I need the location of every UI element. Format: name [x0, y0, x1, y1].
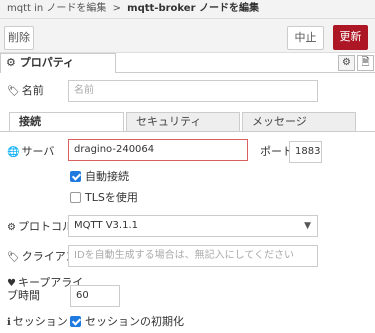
gear-icon: ⚙ — [6, 56, 16, 69]
tabs-divider — [0, 131, 375, 132]
protocol-select[interactable]: MQTT V3.1.1 ▼ — [68, 215, 318, 237]
session-label: ℹ セッション — [7, 315, 68, 330]
tag-icon: 🏷 — [7, 86, 20, 97]
tab-connection[interactable]: 接続 — [9, 112, 124, 132]
protocol-selected: MQTT V3.1.1 — [74, 220, 139, 231]
client-id-input[interactable]: IDを自動生成する場合は、無記入にしてください — [68, 245, 318, 267]
tls-label: TLSを使用 — [85, 191, 138, 204]
server-label-text: サーバ — [21, 145, 55, 158]
breadcrumb-current: mqtt-broker ノードを編集 — [127, 3, 259, 14]
keepalive-label-line2: ブ時間 — [7, 289, 40, 302]
properties-tab-label: プロパティ — [19, 56, 75, 69]
server-label: 🌐 サーバ — [7, 145, 54, 160]
name-input[interactable]: 名前 — [68, 80, 318, 102]
tab-messages[interactable]: メッセージ — [242, 112, 356, 132]
tab-security[interactable]: セキュリティ — [126, 112, 240, 132]
description-button[interactable]: 🗎 — [357, 55, 374, 71]
heartbeat-icon: ♥ — [7, 278, 16, 289]
gear-icon: ⚙ — [342, 57, 351, 68]
info-icon: ℹ — [7, 317, 11, 328]
chevron-down-icon: ▼ — [304, 221, 311, 231]
breadcrumb: mqtt in ノードを編集 > mqtt-broker ノードを編集 — [0, 0, 375, 19]
breadcrumb-parent[interactable]: mqtt in ノードを編集 — [7, 3, 106, 14]
divider — [116, 72, 375, 73]
cancel-button[interactable]: 中止 — [287, 26, 324, 50]
clean-session-label: セッションの初期化 — [85, 315, 184, 328]
port-input[interactable]: 1883 — [289, 141, 322, 163]
delete-button[interactable]: 削除 — [4, 26, 34, 50]
name-label-text: 名前 — [21, 84, 44, 97]
auto-connect-label: 自動接続 — [85, 170, 129, 183]
protocol-label: ⚙ プロトコル — [7, 220, 73, 235]
settings-button[interactable]: ⚙ — [338, 55, 355, 71]
tag-icon: 🏷 — [7, 252, 20, 263]
keepalive-input[interactable]: 60 — [70, 285, 120, 307]
tls-checkbox[interactable] — [70, 192, 81, 203]
breadcrumb-separator: > — [112, 3, 121, 14]
gear-icon: ⚙ — [7, 222, 16, 233]
tab-properties[interactable]: ⚙ プロパティ — [0, 53, 116, 73]
name-label: 🏷 名前 — [7, 84, 44, 99]
server-input[interactable]: dragino-240064 — [68, 139, 248, 161]
protocol-label-text: プロトコル — [17, 220, 73, 233]
auto-connect-checkbox[interactable] — [70, 171, 81, 182]
session-label-text: セッション — [12, 315, 68, 328]
clean-session-checkbox[interactable] — [70, 316, 81, 327]
update-button[interactable]: 更新 — [333, 25, 368, 50]
globe-icon: 🌐 — [7, 147, 20, 158]
document-icon: 🗎 — [361, 57, 370, 68]
